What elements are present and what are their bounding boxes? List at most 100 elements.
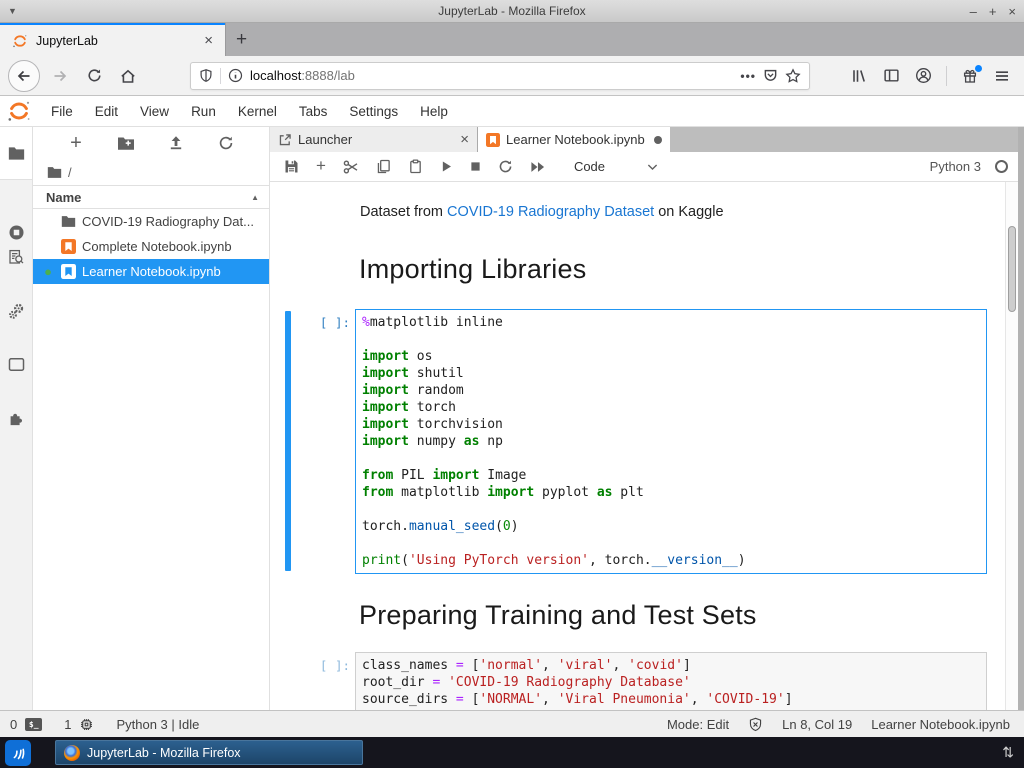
file-browser-toolbar: +	[33, 127, 269, 159]
breadcrumb-path: /	[68, 164, 72, 180]
browser-navbar: localhost:8888/lab •••	[0, 56, 1024, 96]
jupyterlab-menubar: File Edit View Run Kernel Tabs Settings …	[0, 96, 1024, 127]
reload-button[interactable]	[80, 62, 108, 90]
account-icon[interactable]	[909, 62, 937, 90]
page-actions-icon[interactable]: •••	[740, 69, 756, 83]
window-minimize-button[interactable]: –	[970, 4, 977, 19]
menu-hamburger-icon[interactable]	[988, 62, 1016, 90]
code-editor[interactable]: %matplotlib inline import os import shuti…	[355, 309, 987, 574]
breadcrumb[interactable]: /	[33, 159, 269, 185]
code-editor[interactable]: class_names = ['normal', 'viral', 'covid…	[355, 652, 987, 710]
file-name: Learner Notebook.ipynb	[82, 264, 221, 279]
save-button[interactable]	[284, 159, 299, 174]
file-row-covid-dataset[interactable]: ● COVID-19 Radiography Dat...	[33, 209, 269, 234]
menu-edit[interactable]: Edit	[84, 104, 129, 119]
browser-tab-close-icon[interactable]: ×	[200, 32, 217, 49]
chevron-down-icon	[647, 163, 658, 171]
back-button[interactable]	[8, 59, 40, 92]
notebook-scrollbar[interactable]	[1005, 182, 1018, 710]
menu-run[interactable]: Run	[180, 104, 227, 119]
browser-tab-jupyterlab[interactable]: JupyterLab ×	[0, 23, 225, 56]
workspace-arrows-icon[interactable]: ⇅	[1002, 744, 1014, 761]
pocket-icon[interactable]	[763, 68, 778, 83]
jupyter-favicon	[12, 33, 28, 49]
new-folder-button[interactable]	[114, 131, 138, 155]
window-close-button[interactable]: ×	[1008, 4, 1016, 19]
run-cell-button[interactable]	[440, 160, 453, 173]
scrollbar-thumb[interactable]	[1008, 226, 1016, 312]
url-bar[interactable]: localhost:8888/lab •••	[190, 61, 810, 90]
cursor-position[interactable]: Ln 8, Col 19	[782, 717, 852, 732]
sidebar-toggle-icon[interactable]	[877, 62, 905, 90]
name-column-header[interactable]: Name	[46, 190, 251, 205]
os-taskbar: JupyterLab - Mozilla Firefox ⇅	[0, 737, 1024, 768]
unsaved-changes-dot[interactable]	[654, 135, 662, 144]
window-edge-strip	[1018, 127, 1024, 710]
tab-close-icon[interactable]: ×	[460, 131, 469, 148]
whats-new-gift-icon[interactable]	[956, 62, 984, 90]
menu-tabs[interactable]: Tabs	[288, 104, 339, 119]
bookmark-star-icon[interactable]	[785, 67, 801, 84]
cell-prompt: [ ]:	[319, 315, 350, 330]
markdown-cell-intro[interactable]: Dataset from COVID-19 Radiography Datase…	[360, 204, 724, 220]
upload-button[interactable]	[164, 131, 188, 155]
tab-learner-notebook[interactable]: Learner Notebook.ipynb	[478, 127, 670, 152]
site-info-icon[interactable]	[228, 68, 243, 83]
refresh-file-list-button[interactable]	[214, 131, 238, 155]
heading-importing-libraries[interactable]: Importing Libraries	[359, 254, 586, 285]
home-button[interactable]	[114, 62, 142, 90]
browser-tabbar: JupyterLab × +	[0, 23, 1024, 56]
tab-label: Learner Notebook.ipynb	[506, 132, 645, 147]
tracking-protection-shield-icon[interactable]	[199, 68, 213, 83]
menu-help[interactable]: Help	[409, 104, 459, 119]
url-text[interactable]: localhost:8888/lab	[250, 68, 733, 83]
menu-view[interactable]: View	[129, 104, 180, 119]
cell-collapser[interactable]	[285, 311, 291, 571]
launcher-tab-icon	[278, 133, 292, 147]
taskbar-firefox-task[interactable]: JupyterLab - Mozilla Firefox	[55, 740, 363, 765]
new-tab-button[interactable]: +	[225, 23, 257, 56]
extension-manager-puzzle-icon[interactable]	[0, 401, 32, 435]
new-launcher-button[interactable]: +	[64, 131, 88, 155]
tab-launcher[interactable]: Launcher ×	[270, 127, 478, 152]
run-all-button[interactable]	[530, 161, 545, 173]
terminal-count[interactable]: 0	[10, 717, 17, 732]
trust-shield-icon[interactable]	[748, 717, 763, 732]
menu-settings[interactable]: Settings	[338, 104, 409, 119]
window-maximize-button[interactable]: +	[989, 4, 997, 19]
window-menu-icon[interactable]: ▼	[8, 6, 17, 16]
kernel-name[interactable]: Python 3	[930, 159, 981, 174]
kernel-status-icon[interactable]	[995, 160, 1008, 173]
taskbar-launcher-icon[interactable]	[5, 739, 31, 766]
property-inspector-gears-icon[interactable]	[0, 294, 32, 328]
folder-icon	[61, 215, 76, 228]
file-row-learner-notebook[interactable]: ● Learner Notebook.ipynb	[33, 259, 269, 284]
sort-arrow-icon[interactable]: ▲	[251, 193, 259, 202]
open-tabs-icon[interactable]	[0, 347, 32, 381]
insert-cell-button[interactable]: +	[316, 156, 326, 176]
cell-type-select[interactable]: Code	[574, 159, 658, 174]
menu-kernel[interactable]: Kernel	[227, 104, 288, 119]
file-row-complete-notebook[interactable]: ● Complete Notebook.ipynb	[33, 234, 269, 259]
kernel-count[interactable]: 1	[64, 717, 71, 732]
terminal-icon: $_	[25, 717, 43, 731]
statusbar-filename: Learner Notebook.ipynb	[871, 716, 1010, 732]
browser-tab-title: JupyterLab	[36, 33, 98, 48]
notebook-mode[interactable]: Mode: Edit	[667, 717, 729, 732]
library-icon[interactable]	[845, 62, 873, 90]
notification-dot	[975, 64, 982, 72]
file-browser-tab-icon[interactable]	[0, 136, 32, 170]
file-list-header[interactable]: Name ▲	[33, 185, 269, 209]
forward-button[interactable]	[46, 62, 74, 90]
paste-cells-button[interactable]	[408, 159, 423, 174]
kaggle-dataset-link[interactable]: COVID-19 Radiography Dataset	[447, 204, 654, 220]
command-inspector-icon[interactable]	[0, 240, 32, 274]
firefox-icon	[64, 744, 80, 761]
restart-kernel-button[interactable]	[498, 159, 513, 174]
menu-file[interactable]: File	[40, 104, 84, 119]
copy-cells-button[interactable]	[376, 159, 391, 174]
cut-cells-button[interactable]	[343, 159, 359, 175]
kernel-status-text[interactable]: Python 3 | Idle	[116, 717, 199, 732]
interrupt-kernel-button[interactable]	[470, 161, 481, 172]
heading-preparing-sets[interactable]: Preparing Training and Test Sets	[359, 600, 757, 631]
